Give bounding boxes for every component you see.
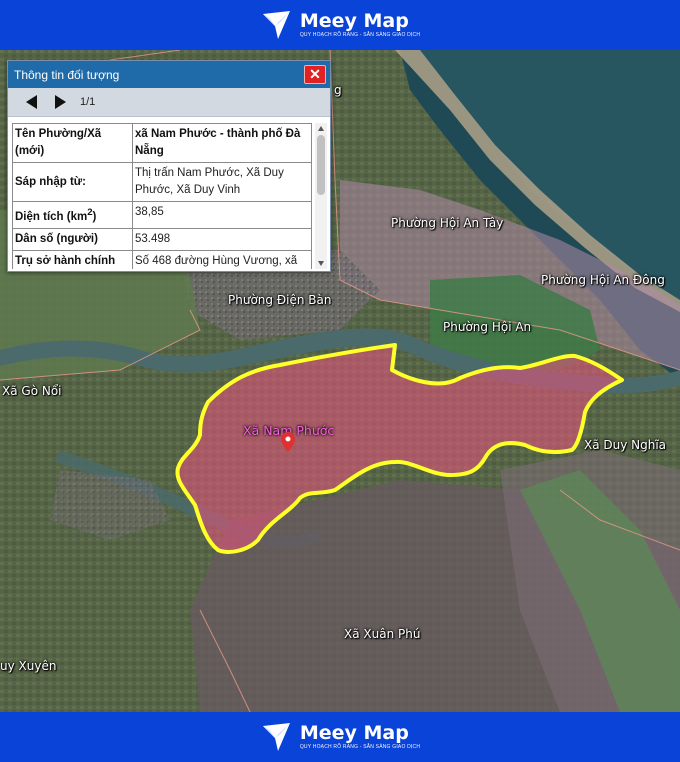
info-table: Tên Phường/Xã (mới) xã Nam Phước - thành… [12, 123, 312, 269]
row-key-name: Tên Phường/Xã (mới) [12, 123, 133, 163]
row-value-merge: Thị trấn Nam Phước, Xã Duy Phước, Xã Duy… [132, 162, 312, 202]
triangle-right-icon [55, 95, 66, 109]
object-info-panel: Thông tin đối tượng ✕ 1/1 Tên Phường/Xã … [7, 60, 331, 272]
row-value-area: 38,85 [132, 201, 312, 229]
brand-logo[interactable]: Meey Map QUY HOẠCH RÕ RÀNG - SẴN SÀNG GI… [260, 8, 420, 42]
scroll-down-icon[interactable] [317, 259, 325, 267]
table-row: Sáp nhập từ: Thị trấn Nam Phước, Xã Duy … [12, 162, 312, 202]
close-button[interactable]: ✕ [304, 65, 326, 84]
top-brand-bar: Meey Map QUY HOẠCH RÕ RÀNG - SẴN SÀNG GI… [0, 0, 680, 50]
map-label-hoi-an: Phường Hội An [443, 320, 532, 334]
next-button[interactable] [50, 92, 70, 112]
bottom-brand-bar: Meey Map QUY HOẠCH RÕ RÀNG - SẴN SÀNG GI… [0, 712, 680, 762]
map-label-xuan-phu: Xã Xuân Phú [344, 627, 421, 641]
brand-logo-bottom[interactable]: Meey Map QUY HOẠCH RÕ RÀNG - SẴN SÀNG GI… [260, 720, 420, 754]
panel-title: Thông tin đối tượng [14, 67, 120, 82]
brand-name: Meey Map [299, 10, 409, 32]
meey-logo-icon [262, 11, 290, 39]
map-label-hoi-an-tay: Phường Hội An Tây [391, 216, 504, 230]
row-value-population: 53.498 [132, 227, 312, 251]
table-row: Tên Phường/Xã (mới) xã Nam Phước - thành… [12, 123, 312, 163]
row-key-merge: Sáp nhập từ: [12, 162, 133, 202]
brand-tagline: QUY HOẠCH RÕ RÀNG - SẴN SÀNG GIAO DỊCH [299, 32, 421, 38]
panel-header: Thông tin đối tượng ✕ [8, 61, 330, 88]
map-label-dien-ban: Phường Điện Bàn [228, 293, 332, 307]
row-value-name: xã Nam Phước - thành phố Đà Nẵng [132, 123, 312, 163]
row-value-office: Số 468 đường Hùng Vương, xã Nam Phước [132, 249, 312, 269]
table-row: Trụ sở hành chính (mới) Số 468 đường Hùn… [12, 249, 312, 269]
scroll-up-icon[interactable] [317, 125, 325, 133]
table-row: Dân số (người) 53.498 [12, 227, 312, 251]
triangle-left-icon [26, 95, 37, 109]
map-label-partial: g [334, 83, 342, 97]
location-pin-icon[interactable] [281, 432, 295, 452]
meey-logo-icon [262, 723, 290, 751]
row-key-office: Trụ sở hành chính (mới) [12, 249, 133, 269]
row-key-area: Diện tích (km2) [12, 201, 133, 229]
scroll-thumb[interactable] [317, 135, 325, 195]
panel-pager: 1/1 [8, 88, 330, 117]
info-table-scroll[interactable]: Tên Phường/Xã (mới) xã Nam Phước - thành… [12, 123, 316, 269]
prev-button[interactable] [22, 92, 42, 112]
map-label-duy-xuyen: uy Xuyên [0, 659, 57, 673]
map-label-duy-nghia: Xã Duy Nghĩa [584, 438, 667, 452]
map-label-go-noi: Xã Gò Nổi [2, 384, 62, 398]
brand-name-bottom: Meey Map [299, 722, 409, 744]
row-key-population: Dân số (người) [12, 227, 133, 251]
pager-count: 1/1 [80, 96, 96, 108]
map-label-hoi-an-dong: Phường Hội An Đông [541, 273, 665, 287]
table-row: Diện tích (km2) 38,85 [12, 201, 312, 229]
panel-scrollbar[interactable] [315, 123, 327, 269]
brand-tagline-bottom: QUY HOẠCH RÕ RÀNG - SẴN SÀNG GIAO DỊCH [299, 744, 421, 750]
